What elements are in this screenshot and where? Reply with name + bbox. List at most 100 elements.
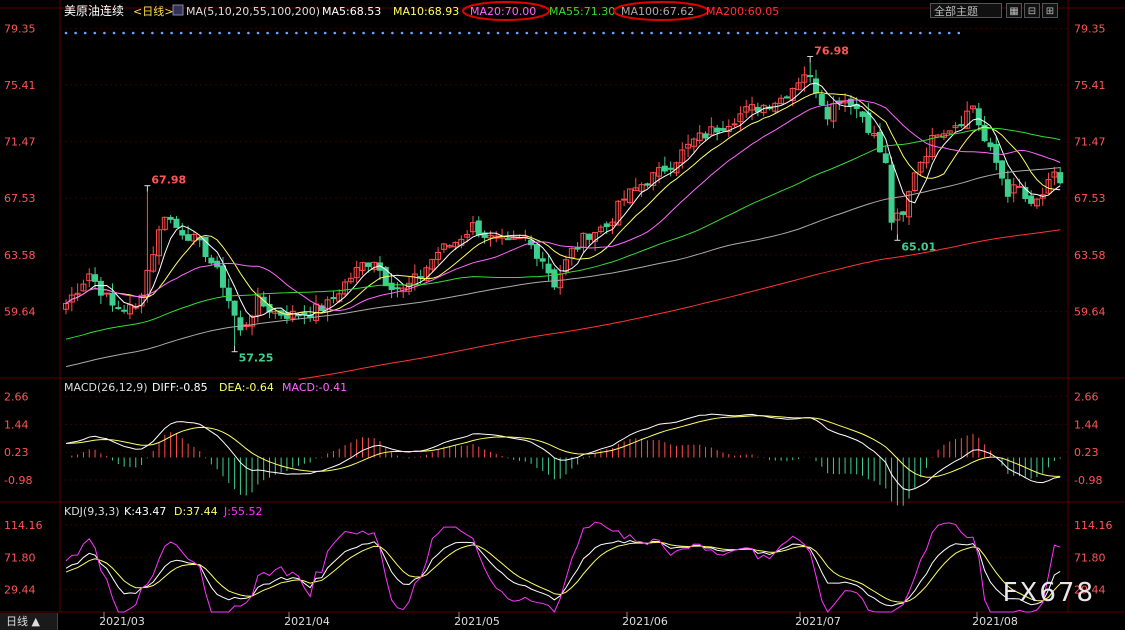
marker-dot <box>439 31 442 35</box>
marker-dot <box>227 31 231 35</box>
marker-dot <box>496 31 500 35</box>
watermark: FX678 <box>1002 578 1095 608</box>
price-ytick-right: 71.47 <box>1074 136 1106 149</box>
marker-dot <box>381 31 385 35</box>
kdj-ytick-left: 114.16 <box>4 519 43 532</box>
kdj-legend-label: KDJ(9,3,3) <box>64 505 120 518</box>
marker-dot <box>131 31 135 35</box>
maximize-icon[interactable]: ⊞ <box>1042 3 1058 18</box>
price-ytick-left: 75.41 <box>4 79 36 92</box>
candle-body <box>824 106 831 120</box>
marker-dot <box>141 31 145 35</box>
marker-dot <box>861 31 865 35</box>
xtick-label: 2021/04 <box>284 615 330 628</box>
marker-dot <box>179 31 183 35</box>
candle-body <box>975 108 982 126</box>
marker-dot <box>813 31 817 35</box>
marker-dot <box>679 31 682 35</box>
candle-body <box>813 78 819 94</box>
kdj-ytick-right: 71.80 <box>1074 551 1106 564</box>
marker-dot <box>803 31 807 35</box>
marker-dot <box>352 31 356 35</box>
annotation-label: 57.25 <box>239 352 274 365</box>
marker-dot <box>640 31 644 35</box>
xtick-label: 2021/07 <box>795 615 841 628</box>
candle-body <box>1016 185 1023 188</box>
marker-dot <box>947 31 951 35</box>
marker-dot <box>112 31 116 35</box>
marker-dot <box>208 31 212 35</box>
marker-dot <box>323 31 327 35</box>
marker-dot <box>727 31 730 35</box>
ma200-line <box>298 229 1061 380</box>
marker-dot <box>160 31 164 35</box>
xtick-label: 2021/08 <box>972 615 1018 628</box>
period-tab[interactable]: 日线 ▲ <box>0 613 58 630</box>
marker-dot <box>938 31 941 35</box>
candle-body <box>1057 172 1064 184</box>
marker-dot <box>525 31 529 35</box>
candle-body <box>807 75 814 78</box>
xtick-label: 2021/03 <box>99 615 145 628</box>
macd-ytick-left: 0.23 <box>4 446 29 459</box>
marker-dot <box>362 31 365 35</box>
candle-body <box>900 211 907 215</box>
price-ytick-right: 63.58 <box>1074 249 1106 262</box>
crosshair-icon[interactable]: ▦ <box>1006 3 1022 18</box>
marker-dot <box>707 31 711 35</box>
marker-dot <box>237 31 241 35</box>
marker-dot <box>832 31 836 35</box>
marker-dot <box>506 31 509 35</box>
candle-body <box>167 216 174 220</box>
minimize-icon[interactable]: ⊟ <box>1024 3 1040 18</box>
marker-dot <box>659 31 663 35</box>
marker-dot <box>400 31 404 35</box>
marker-dot <box>928 31 932 35</box>
macd-legend-dea: DEA:-0.64 <box>219 381 274 394</box>
candle-body <box>545 263 552 274</box>
dea-line <box>65 415 1061 478</box>
marker-dot <box>765 31 769 35</box>
marker-dot <box>544 31 548 35</box>
marker-dot <box>650 31 653 35</box>
marker-dot <box>199 31 202 35</box>
kdj-legend-d: D:37.44 <box>174 505 218 518</box>
marker-dot <box>266 31 269 35</box>
candle-body <box>330 297 337 300</box>
chart-canvas[interactable]: 79.35 79.35 75.41 75.41 71.47 71.47 67.53 67.53… <box>0 0 1125 630</box>
candle-body <box>1028 195 1035 204</box>
kdj-ytick-left: 71.80 <box>4 551 36 564</box>
marker-dot <box>583 31 586 35</box>
candle-body <box>999 160 1006 179</box>
marker-dot <box>122 31 125 35</box>
marker-dot <box>631 31 634 35</box>
marker-dot <box>909 31 913 35</box>
marker-dot <box>592 31 596 35</box>
marker-dot <box>746 31 749 35</box>
candle-body <box>882 153 889 163</box>
macd-ytick-right: 0.23 <box>1074 446 1099 459</box>
candle-body <box>103 292 110 295</box>
theme-select[interactable]: 全部主题 <box>930 3 1002 18</box>
candle-body <box>109 292 116 306</box>
macd-legend-macd: MACD:-0.41 <box>282 381 347 394</box>
price-ytick-left: 71.47 <box>4 136 36 149</box>
marker-dot <box>611 31 615 35</box>
macd-legend-diff: DIFF:-0.85 <box>152 381 208 394</box>
candle-body <box>225 287 232 302</box>
d-line <box>65 541 1061 603</box>
candle-body <box>92 274 99 282</box>
annotation-label: 67.98 <box>151 174 186 187</box>
marker-dot <box>535 31 538 35</box>
marker-dot <box>890 31 893 35</box>
marker-dot <box>784 31 788 35</box>
marker-dot <box>467 31 471 35</box>
candle-body <box>661 165 668 172</box>
candle-body <box>876 131 883 153</box>
xtick-label: 2021/06 <box>622 615 668 628</box>
marker-dot <box>554 31 557 35</box>
marker-dot <box>170 31 173 35</box>
marker-dot <box>343 31 346 35</box>
marker-dot <box>247 31 250 35</box>
candle-body <box>417 276 424 279</box>
